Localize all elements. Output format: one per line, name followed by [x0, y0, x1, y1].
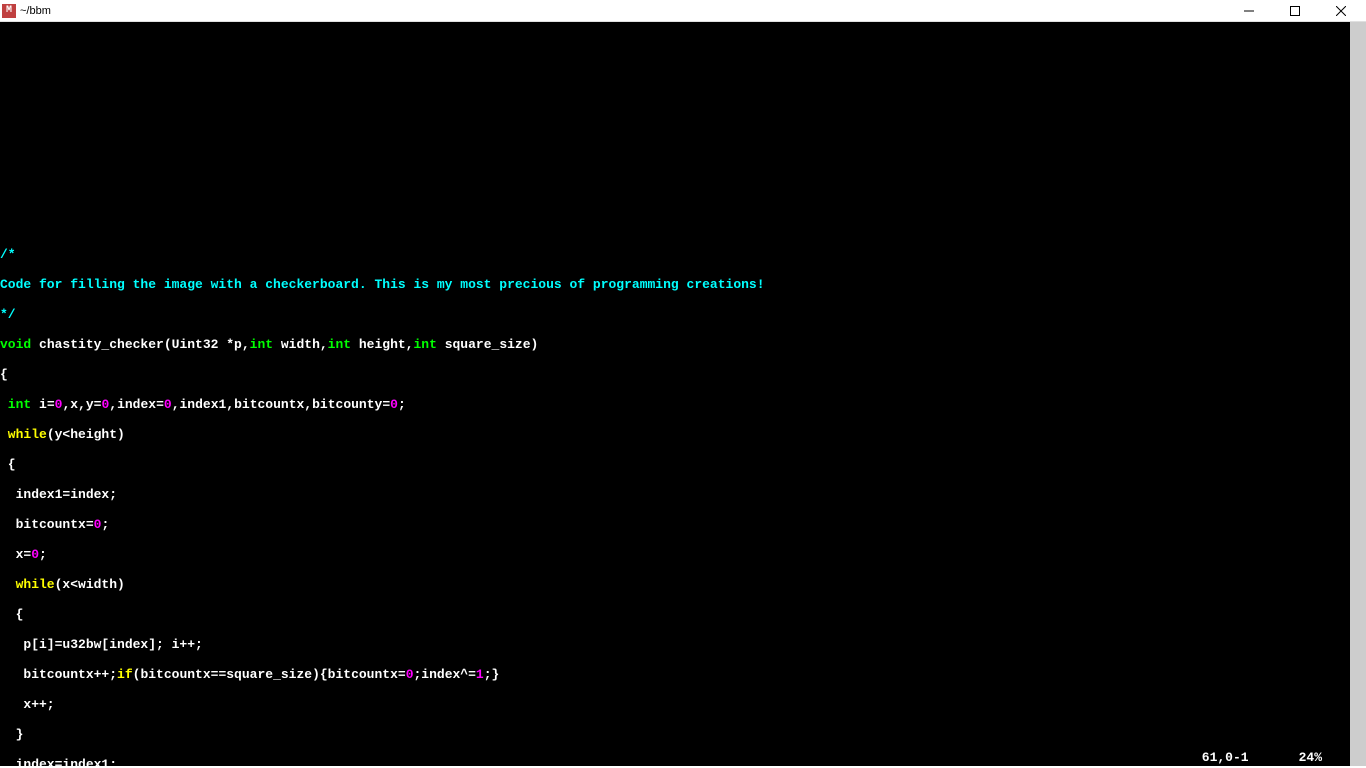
vim-status-line: 61,0-1 24% — [1202, 750, 1350, 766]
terminal-area[interactable]: /* Code for filling the image with a che… — [0, 22, 1350, 766]
window-title: ~/bbm — [20, 5, 51, 17]
app-icon: M — [2, 4, 16, 18]
cursor-position: 61,0-1 — [1202, 750, 1249, 765]
window-controls — [1226, 0, 1364, 22]
comment-open: /* — [0, 247, 16, 262]
code-content: /* Code for filling the image with a che… — [0, 52, 1350, 766]
scrollbar-thumb[interactable] — [1350, 22, 1366, 766]
maximize-button[interactable] — [1272, 0, 1318, 22]
titlebar[interactable]: M ~/bbm — [0, 0, 1366, 22]
comment-close: */ — [0, 307, 16, 322]
close-button[interactable] — [1318, 0, 1364, 22]
type-void: void — [0, 337, 31, 352]
scrollbar[interactable] — [1350, 22, 1366, 766]
comment-body: Code for filling the image with a checke… — [0, 277, 765, 292]
minimize-button[interactable] — [1226, 0, 1272, 22]
scroll-percent: 24% — [1299, 750, 1322, 765]
